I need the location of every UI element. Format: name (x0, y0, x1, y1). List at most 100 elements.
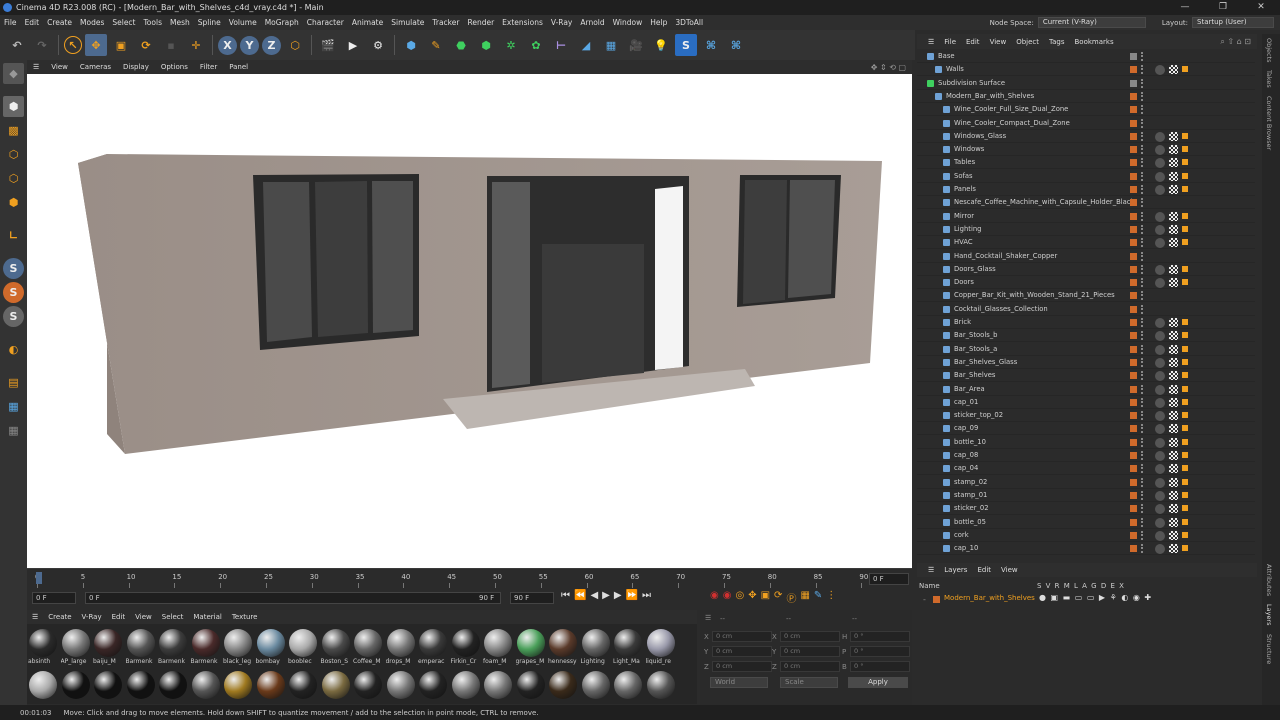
om-menu-bookmarks[interactable]: Bookmarks (1070, 38, 1119, 46)
object-name[interactable]: Doors_Glass (954, 263, 996, 276)
layer-color-icon[interactable] (1130, 505, 1137, 513)
uvw-tag-icon[interactable] (1169, 357, 1178, 367)
object-name[interactable]: Bar_Shelves_Glass (954, 356, 1017, 369)
timeline-ruler[interactable]: 051015202530354045505560657075808590 0 F (27, 568, 912, 588)
menu-spline[interactable]: Spline (194, 15, 225, 30)
material-swatch[interactable]: Light_Ma (613, 628, 643, 670)
uvw-tag-icon[interactable] (1169, 278, 1178, 288)
om-menu-tags[interactable]: Tags (1044, 38, 1070, 46)
recent-tools-icon[interactable]: ▪ (160, 34, 182, 56)
object-row[interactable]: Walls (917, 63, 1255, 77)
visibility-dots-icon[interactable] (1141, 264, 1143, 274)
phong-tag-icon[interactable] (1182, 225, 1188, 232)
object-row[interactable]: cap_04 (917, 462, 1255, 476)
layer-color-icon[interactable] (1130, 358, 1137, 366)
menu-select[interactable]: Select (108, 15, 139, 30)
layer-color-icon[interactable] (1130, 132, 1137, 140)
visibility-dots-icon[interactable] (1141, 490, 1143, 500)
phong-tag-icon[interactable] (1182, 279, 1188, 286)
menu-3dtoall[interactable]: 3DToAll (671, 15, 707, 30)
object-name[interactable]: Modern_Bar_with_Shelves (946, 90, 1034, 103)
menu-mograph[interactable]: MoGraph (261, 15, 303, 30)
go-to-end-icon[interactable]: ⏭ (642, 590, 651, 601)
visibility-dots-icon[interactable] (1141, 504, 1143, 514)
object-row[interactable]: Bar_Shelves (917, 369, 1255, 383)
layer-color-icon[interactable] (1130, 225, 1137, 233)
visibility-dots-icon[interactable] (1141, 451, 1143, 460)
material-menu-select[interactable]: Select (157, 613, 189, 621)
material-tag-icon[interactable] (1155, 171, 1165, 182)
layer-color-icon[interactable] (1130, 172, 1137, 180)
material-menu-create[interactable]: Create (43, 613, 76, 621)
texture-mode-icon[interactable]: ▩ (3, 120, 24, 141)
menu-extensions[interactable]: Extensions (498, 15, 547, 30)
menu-modes[interactable]: Modes (76, 15, 108, 30)
menu-file[interactable]: File (0, 15, 21, 30)
layer-color-icon[interactable] (1130, 292, 1137, 300)
om-menu-object[interactable]: Object (1011, 38, 1044, 46)
menu-tracker[interactable]: Tracker (428, 15, 463, 30)
om-search-icons[interactable]: ⌕ ⇧ ⌂ ⊡ (1220, 37, 1251, 47)
object-row[interactable]: Brick (917, 316, 1255, 329)
uvw-tag-icon[interactable] (1169, 490, 1178, 500)
object-row[interactable]: Bar_Stools_a (917, 343, 1255, 356)
uvw-tag-icon[interactable] (1169, 264, 1178, 274)
object-row[interactable]: Modern_Bar_with_Shelves (917, 90, 1255, 103)
layout-dropdown[interactable]: Startup (User) (1192, 17, 1274, 28)
material-tag-icon[interactable] (1155, 384, 1165, 395)
object-row[interactable]: Panels (917, 183, 1255, 196)
viewport-menu-view[interactable]: View (45, 63, 74, 71)
uvw-tag-icon[interactable] (1169, 530, 1178, 540)
uvw-tag-icon[interactable] (1169, 331, 1178, 341)
object-name[interactable]: Wine_Cooler_Full_Size_Dual_Zone (954, 103, 1068, 116)
material-swatch[interactable]: baiju_M (93, 628, 123, 670)
object-name[interactable]: cap_10 (954, 542, 978, 555)
layer-color-icon[interactable] (1130, 199, 1137, 207)
object-row[interactable]: Sofas (917, 170, 1255, 183)
next-key-icon[interactable]: ⏩ (626, 590, 638, 601)
material-tag-icon[interactable] (1155, 437, 1165, 448)
visibility-dots-icon[interactable] (1141, 477, 1143, 487)
axis-mode-icon[interactable]: ∟ (3, 225, 24, 246)
tab-structure[interactable]: Structure (1265, 634, 1273, 664)
layer-color-icon[interactable] (1130, 79, 1137, 87)
layer-color-icon[interactable] (1130, 279, 1137, 287)
phong-tag-icon[interactable] (1182, 132, 1188, 139)
visibility-dots-icon[interactable] (1141, 357, 1143, 367)
python-script-icon[interactable]: ⌘ (700, 34, 722, 56)
object-row[interactable]: stamp_02 (917, 476, 1255, 489)
move-tool-icon[interactable]: ✥ (85, 34, 107, 56)
object-name[interactable]: cap_01 (954, 396, 978, 409)
snap-icon[interactable]: S (3, 258, 24, 279)
node-space-dropdown[interactable]: Current (V-Ray) (1037, 17, 1146, 28)
material-swatch[interactable]: black_leg (223, 628, 253, 670)
vray-logo-icon[interactable]: S (675, 34, 697, 56)
material-swatch[interactable]: foam_M (483, 628, 513, 670)
render-view-icon[interactable]: 🎬 (317, 34, 339, 56)
phong-tag-icon[interactable] (1182, 478, 1188, 485)
object-name[interactable]: bottle_05 (954, 516, 986, 529)
layer-color-icon[interactable] (1130, 119, 1137, 127)
autokey-icon[interactable]: ◉ (723, 590, 732, 605)
uvw-tag-icon[interactable] (1169, 65, 1178, 75)
preview-range-slider[interactable]: 0 F (85, 592, 501, 604)
material-swatch[interactable]: bombay (256, 628, 286, 670)
object-name[interactable]: Brick (954, 316, 971, 329)
material-menu-view[interactable]: View (130, 613, 157, 621)
play-icon[interactable]: ▶ (602, 590, 610, 601)
object-row[interactable]: Nescafe_Coffee_Machine_with_Capsule_Hold… (917, 196, 1255, 210)
visibility-dots-icon[interactable] (1141, 105, 1143, 115)
material-tag-icon[interactable] (1155, 344, 1165, 355)
layer-color-icon[interactable] (1130, 332, 1137, 340)
visibility-dots-icon[interactable] (1141, 131, 1143, 141)
layer-color-icon[interactable] (1130, 345, 1137, 353)
next-frame-icon[interactable]: ▶ (614, 590, 622, 601)
object-row[interactable]: Lighting (917, 223, 1255, 236)
visibility-dots-icon[interactable] (1141, 397, 1143, 407)
visibility-dots-icon[interactable] (1141, 411, 1143, 421)
visibility-dots-icon[interactable] (1141, 331, 1143, 341)
deformer-icon[interactable]: ⊢ (550, 34, 572, 56)
layers-menu-edit[interactable]: Edit (972, 566, 996, 574)
phong-tag-icon[interactable] (1182, 66, 1188, 73)
object-name[interactable]: bottle_10 (954, 436, 986, 449)
